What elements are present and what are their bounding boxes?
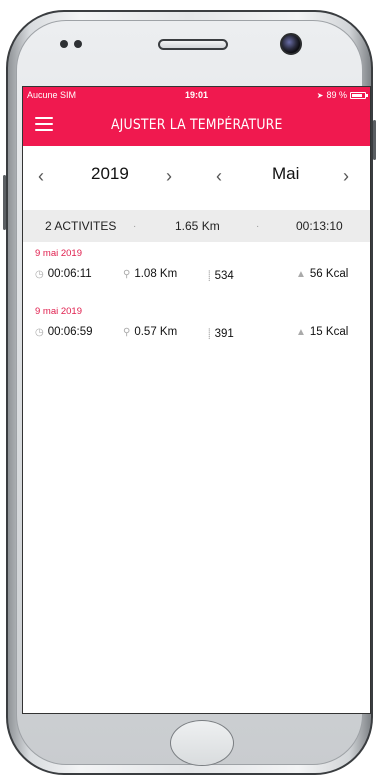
activity-date: 9 mai 2019 <box>35 306 83 317</box>
battery-percent: 89 % <box>326 90 347 100</box>
year-prev-chevron-left-icon[interactable]: ‹ <box>38 166 44 186</box>
activity-date: 9 mai 2019 <box>35 248 83 259</box>
activity-distance: 1.08 Km <box>134 268 178 280</box>
activity-stats: ◷ 00:06:11 ⚲ 1.08 Km ⸽ 534 ▲ 56 Kcal <box>23 268 370 284</box>
home-button[interactable] <box>170 720 234 766</box>
activity-calories: 15 Kcal <box>309 326 349 338</box>
location-pin-icon: ⚲ <box>123 327 131 338</box>
flame-icon: ▲ <box>296 269 306 280</box>
earpiece-speaker <box>158 39 228 50</box>
summary-bar: 2 ACTIVITES · 1.65 Km · 00:13:10 <box>23 210 370 242</box>
activity-calories: 56 Kcal <box>309 268 349 280</box>
year-next-chevron-right-icon[interactable]: › <box>166 166 172 186</box>
battery-icon <box>350 91 368 99</box>
footsteps-icon: ⸽ <box>208 271 211 282</box>
month-value: Mai <box>272 164 300 183</box>
period-selector: ‹ 2019 › ‹ Mai › <box>23 150 370 210</box>
status-bar: Aucune SIM 19:01 ➤ 89 % <box>23 87 370 103</box>
location-arrow-icon: ➤ <box>316 90 324 100</box>
activity-duration: 00:06:59 <box>47 326 93 338</box>
carrier-label: Aucune SIM <box>27 90 77 100</box>
clock-icon: ◷ <box>35 269 44 280</box>
separator-dot: · <box>256 220 260 232</box>
separator-dot: · <box>133 220 137 232</box>
total-distance: 1.65 Km <box>175 219 220 233</box>
volume-button <box>3 175 6 230</box>
activity-stats: ◷ 00:06:59 ⚲ 0.57 Km ⸽ 391 ▲ 15 Kcal <box>23 326 370 342</box>
flame-icon: ▲ <box>296 327 306 338</box>
power-button <box>373 120 376 160</box>
front-camera <box>280 33 302 55</box>
activity-item[interactable]: 9 mai 2019 ◷ 00:06:11 ⚲ 1.08 Km ⸽ 534 ▲ 56 K… <box>23 242 370 300</box>
activities-count: 2 ACTIVITES <box>45 219 117 233</box>
activity-duration: 00:06:11 <box>47 268 92 280</box>
activity-distance: 0.57 Km <box>134 326 178 338</box>
app-header: AJUSTER LA TEMPÉRATURE <box>23 103 370 146</box>
activity-steps: 534 <box>214 270 234 282</box>
location-pin-icon: ⚲ <box>123 269 131 280</box>
hamburger-menu-icon[interactable] <box>35 117 53 131</box>
footsteps-icon: ⸽ <box>208 329 211 340</box>
year-value: 2019 <box>91 164 129 183</box>
sensor-dots <box>60 40 82 48</box>
activity-steps: 391 <box>214 328 234 340</box>
clock-icon: ◷ <box>35 327 44 338</box>
status-right: ➤ 89 % <box>316 90 368 100</box>
page-title: AJUSTER LA TEMPÉRATURE <box>110 116 283 133</box>
activity-item[interactable]: 9 mai 2019 ◷ 00:06:59 ⚲ 0.57 Km ⸽ 391 ▲ 15 K… <box>23 300 370 358</box>
month-prev-chevron-left-icon[interactable]: ‹ <box>216 166 222 186</box>
month-next-chevron-right-icon[interactable]: › <box>343 166 349 186</box>
app-screen: Aucune SIM 19:01 ➤ 89 % AJUSTER LA TEMPÉ… <box>22 86 371 714</box>
total-duration: 00:13:10 <box>296 219 343 233</box>
